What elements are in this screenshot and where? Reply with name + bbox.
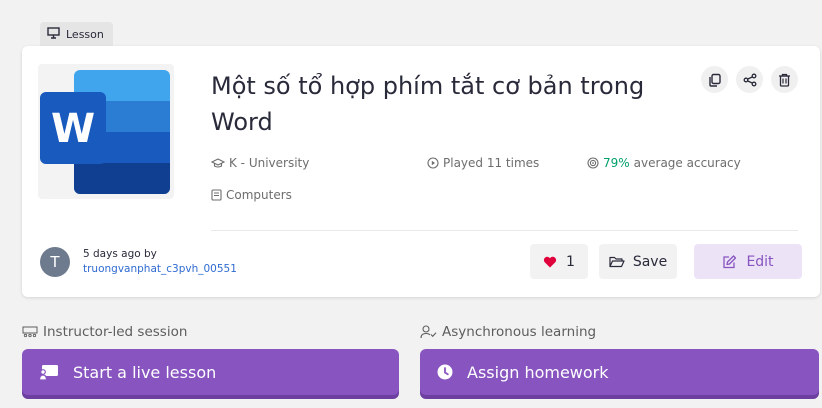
edit-icon	[723, 254, 737, 268]
card-actions	[701, 66, 798, 93]
async-label: Asynchronous learning	[442, 324, 597, 340]
lesson-title[interactable]: Một số tổ hợp phím tắt cơ bản trong Word	[211, 68, 651, 140]
instructor-section-label: Instructor-led session	[22, 324, 187, 340]
trash-icon	[779, 73, 790, 87]
start-live-lesson-button[interactable]: Start a live lesson	[22, 349, 399, 395]
target-icon	[587, 157, 599, 169]
save-label: Save	[632, 253, 668, 270]
accuracy-label: average accuracy	[633, 156, 741, 170]
async-section-label: Asynchronous learning	[420, 324, 596, 340]
like-count: 1	[566, 253, 575, 270]
user-check-icon	[420, 325, 437, 339]
grade-text: K - University	[229, 156, 310, 170]
lesson-tag-label: Lesson	[66, 27, 104, 41]
classroom-icon	[22, 326, 38, 337]
delete-button[interactable]	[771, 66, 798, 93]
edit-button[interactable]: Edit	[694, 244, 802, 279]
grade-info: K - University	[211, 156, 309, 170]
accuracy-value: 79%	[603, 156, 630, 170]
played-info: Played 11 times	[427, 156, 539, 170]
lesson-tag: Lesson	[40, 22, 113, 46]
share-button[interactable]	[736, 66, 763, 93]
assign-homework-button[interactable]: Assign homework	[420, 349, 819, 395]
start-live-label: Start a live lesson	[73, 362, 217, 382]
like-button[interactable]: 1	[530, 244, 588, 279]
instructor-label: Instructor-led session	[43, 324, 188, 340]
subject-text: Computers	[226, 188, 292, 202]
played-text: Played 11 times	[443, 156, 540, 170]
save-button[interactable]: Save	[599, 244, 677, 279]
lesson-thumbnail[interactable]: W	[38, 64, 174, 199]
graduation-cap-icon	[211, 157, 225, 168]
assign-homework-label: Assign homework	[467, 362, 609, 382]
presentation-board-icon	[39, 364, 58, 381]
edit-label: Edit	[746, 253, 774, 270]
subject-info: Computers	[211, 188, 292, 202]
duplicate-button[interactable]	[701, 66, 728, 93]
avatar[interactable]: T	[40, 247, 70, 277]
word-logo-icon: W	[40, 70, 170, 194]
author-link[interactable]: truongvanphat_c3pvh_00551	[83, 263, 237, 275]
book-icon	[211, 189, 222, 201]
accuracy-info: 79% average accuracy	[587, 156, 741, 170]
clock-icon	[437, 364, 453, 380]
folder-open-icon	[609, 256, 625, 267]
card-divider	[211, 230, 798, 231]
copy-icon	[708, 73, 721, 87]
lesson-card: W Một số tổ hợp phím tắt cơ bản trong Wo…	[22, 46, 820, 297]
share-icon	[743, 73, 756, 86]
play-circle-icon	[427, 157, 439, 169]
time-ago: 5 days ago by	[83, 248, 157, 260]
svg-text:W: W	[51, 106, 95, 152]
heart-icon	[543, 256, 557, 267]
presentation-icon	[47, 26, 60, 42]
